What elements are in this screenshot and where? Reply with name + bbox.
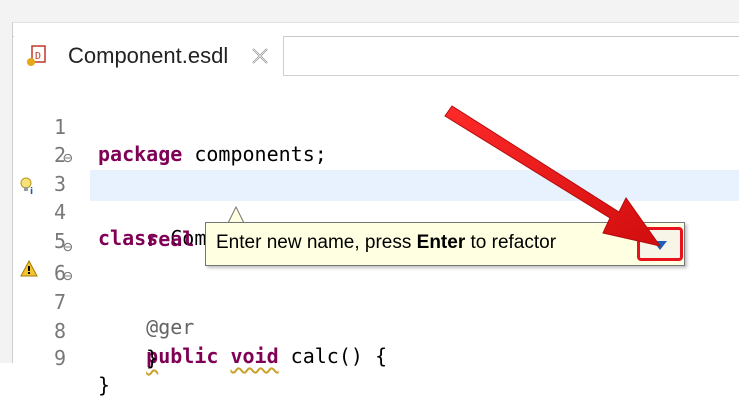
code-text: } — [98, 373, 111, 397]
red-arrow-annotation — [444, 105, 662, 247]
